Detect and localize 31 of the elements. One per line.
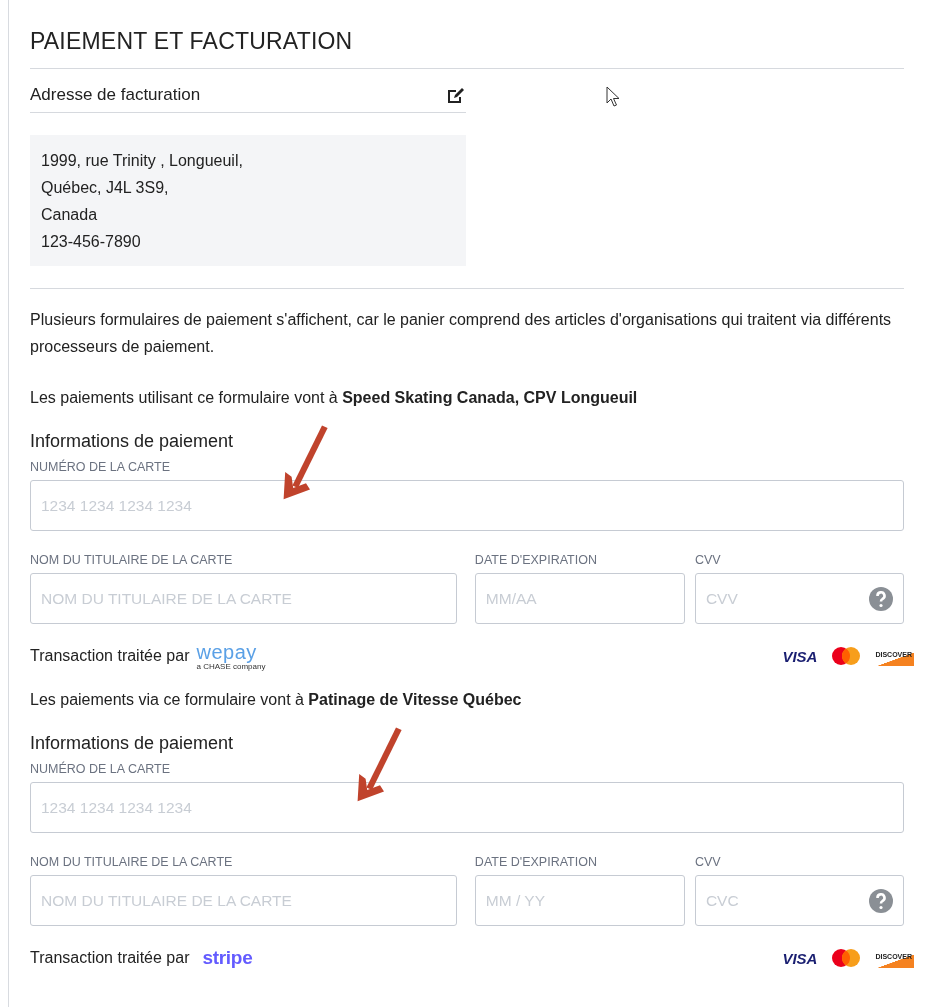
stripe-logo: stripe — [202, 947, 253, 969]
field-label: CVV — [694, 553, 722, 567]
address-line: Québec, J4L 3S9, — [41, 178, 170, 198]
visa-logo: VISA — [782, 647, 818, 665]
mastercard-logo — [831, 948, 862, 968]
field-label: NOM DU TITULAIRE DE LA CARTE — [30, 553, 234, 567]
help-icon[interactable] — [869, 889, 893, 913]
recipient-text: Les paiements via ce formulaire vont à Patinage de Vitesse Québec — [30, 690, 523, 710]
billing-address-title: Adresse de facturation — [30, 85, 201, 105]
form-heading: Informations de paiement — [30, 732, 235, 754]
notice-text: Plusieurs formulaires de paiement s'affichent, car le panier comprend des articles d'organisations qui traitent via différents processeurs de paiement. — [30, 310, 893, 357]
address-line: 1999, rue Trinity , Longueuil, — [41, 151, 244, 171]
field-label: DATE D'EXPIRATION — [474, 855, 598, 869]
address-line: 123-456-7890 — [41, 232, 142, 252]
section-title: PAIEMENT ET FACTURATION — [30, 0, 904, 69]
edit-icon[interactable] — [447, 88, 465, 104]
field-label: CVV — [694, 855, 722, 869]
mastercard-logo — [831, 646, 862, 666]
visa-logo: VISA — [782, 949, 818, 967]
address-line: Canada — [41, 205, 99, 225]
help-icon[interactable] — [869, 587, 893, 611]
wepay-logo: wepay a CHASE company — [196, 641, 266, 671]
recipient-text: Les paiements utilisant ce formulaire vont à Speed Skating Canada, CPV Longueuil — [30, 388, 639, 408]
processor-label: Transaction traitée par — [30, 949, 190, 967]
mouse-pointer-icon — [606, 86, 621, 108]
processor-label: Transaction traitée par — [30, 647, 190, 665]
field-label: DATE D'EXPIRATION — [474, 553, 598, 567]
form-heading: Informations de paiement — [30, 430, 235, 452]
field-label: NUMÉRO DE LA CARTE — [30, 762, 172, 776]
field-label: NUMÉRO DE LA CARTE — [30, 460, 172, 474]
field-label: NOM DU TITULAIRE DE LA CARTE — [30, 855, 234, 869]
